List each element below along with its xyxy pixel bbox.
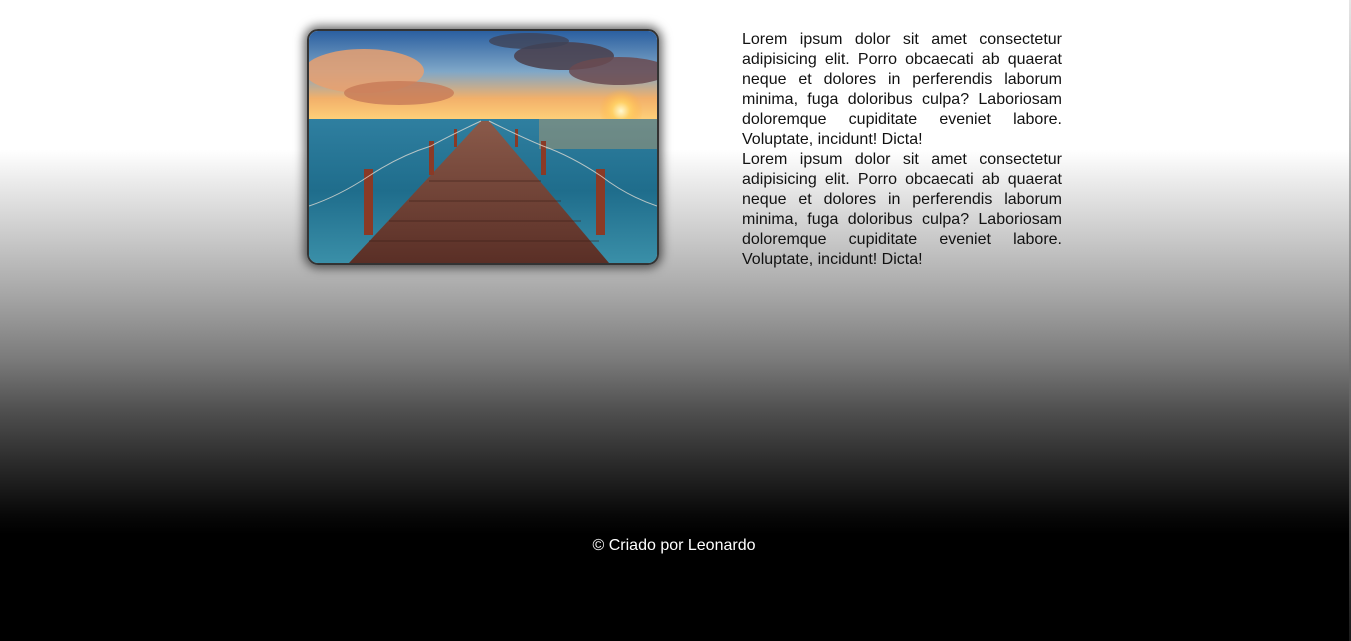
paragraph-1: Lorem ipsum dolor sit amet consectetur a… [742,31,1062,148]
footer-credit: © Criado por Leonardo [592,537,756,554]
paragraph-2: Lorem ipsum dolor sit amet consectetur a… [742,151,1062,268]
page: Lorem ipsum dolor sit amet consectetur a… [0,0,1351,641]
pier-sunset-image [307,29,659,265]
pier-sunset-photo [309,31,657,263]
article-text: Lorem ipsum dolor sit amet consectetur a… [742,30,1062,270]
